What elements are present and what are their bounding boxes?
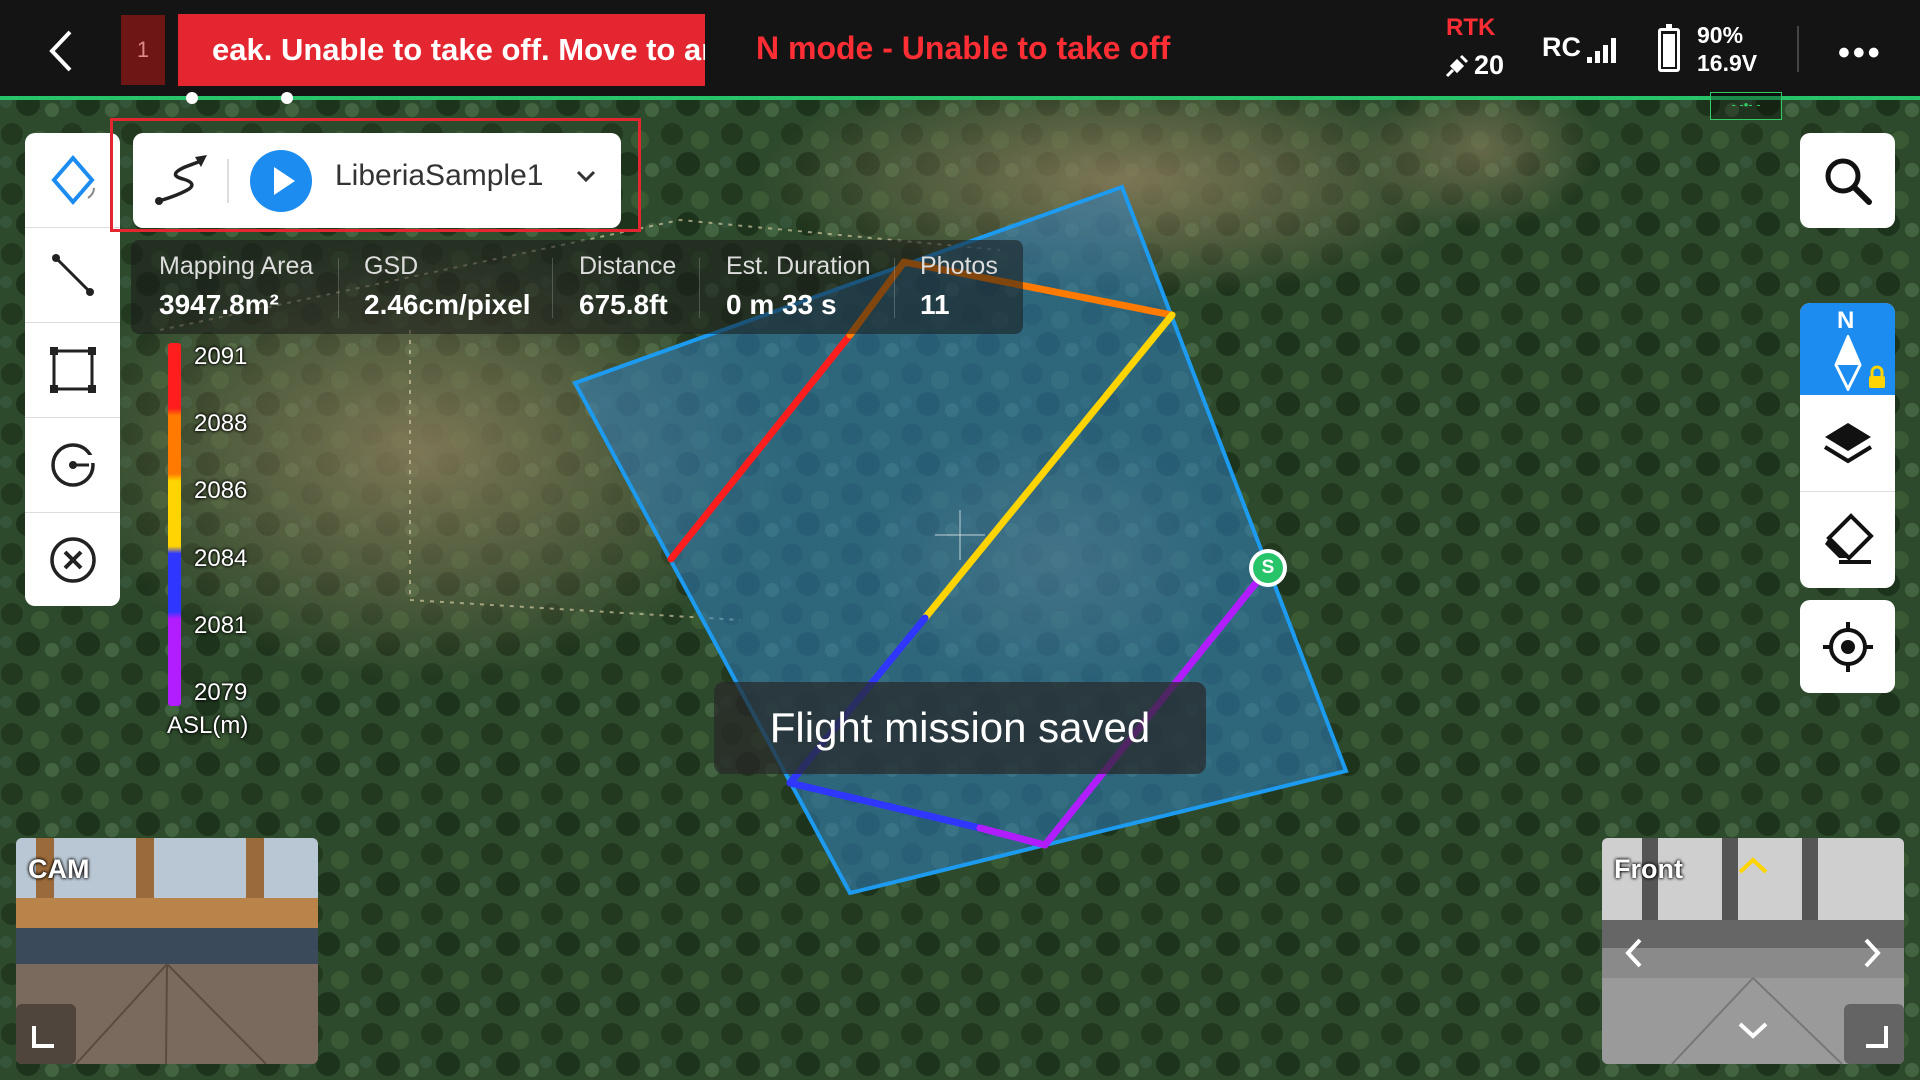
- altitude-unit: ASL(m): [167, 712, 249, 739]
- area-tool-button[interactable]: [25, 323, 120, 417]
- stat-value: 11: [920, 289, 950, 320]
- north-lock-button[interactable]: N: [1800, 303, 1895, 395]
- toast-message: Flight mission saved: [714, 682, 1206, 774]
- stat-mapping-area: Mapping Area 3947.8m²: [159, 252, 313, 321]
- battery-percent: 90%: [1697, 22, 1744, 48]
- locate-button[interactable]: [1800, 600, 1895, 693]
- stat-duration: Est. Duration 0 m 33 s: [726, 252, 871, 321]
- compass-needle-icon: [1834, 335, 1862, 391]
- signal-bars-icon: [1587, 37, 1616, 63]
- top-status-bar: 1 eak. Unable to take off. Move to ar N …: [0, 0, 1920, 98]
- cam-label: CAM: [28, 854, 90, 884]
- stat-label: Photos: [920, 252, 998, 280]
- search-button[interactable]: [1800, 133, 1895, 228]
- front-sensor-preview[interactable]: Front: [1602, 838, 1904, 1064]
- area-rectangle-icon: [49, 347, 96, 393]
- rtk-satellite-status[interactable]: 20: [1444, 50, 1504, 81]
- altitude-tick: 2091: [194, 343, 248, 370]
- altitude-tick: 2084: [194, 545, 248, 572]
- alert-banner[interactable]: eak. Unable to take off. Move to ar: [178, 14, 705, 86]
- satellite-icon: [1445, 54, 1469, 77]
- status-line-marker: [186, 92, 198, 104]
- flight-mode-alert: N mode - Unable to take off: [756, 30, 1171, 66]
- stat-label: GSD: [364, 252, 419, 280]
- expand-front-button[interactable]: [1844, 1004, 1904, 1064]
- stat-label: Est. Duration: [726, 252, 871, 280]
- front-label: Front: [1614, 854, 1683, 884]
- crosshair-locate-icon: [1822, 621, 1873, 672]
- altitude-tick: 2086: [194, 477, 248, 504]
- stat-value: 3947.8m²: [159, 289, 279, 320]
- waypoint-tool-button[interactable]: [25, 133, 120, 227]
- altitude-tick: 2081: [194, 612, 248, 639]
- stat-distance: Distance 675.8ft: [579, 252, 676, 321]
- chevron-left-icon: [1625, 938, 1642, 968]
- mission-selector[interactable]: LiberiaSample1: [133, 133, 621, 228]
- line-tool-button[interactable]: [25, 228, 120, 322]
- chevron-up-icon: [1738, 857, 1768, 874]
- expand-corner-icon: [1866, 1026, 1888, 1048]
- altitude-tick: 2088: [194, 410, 248, 437]
- status-divider: [1797, 26, 1799, 72]
- camera-preview[interactable]: CAM: [16, 838, 318, 1064]
- alert-banner-text: eak. Unable to take off. Move to ar: [212, 32, 705, 67]
- battery-icon: [1658, 24, 1680, 72]
- eraser-icon: [1824, 513, 1874, 564]
- chevron-down-icon[interactable]: [573, 163, 599, 189]
- orbit-icon: [50, 443, 97, 487]
- stat-photos: Photos 11: [920, 252, 998, 321]
- mission-name: LiberiaSample1: [335, 159, 544, 192]
- map-controls-stack: N: [1800, 303, 1895, 588]
- stat-label: Mapping Area: [159, 252, 314, 280]
- back-arrow-icon[interactable]: [40, 26, 84, 76]
- line-segment-icon: [51, 254, 94, 296]
- layers-icon: [1823, 423, 1872, 464]
- alert-count-badge[interactable]: 1: [121, 15, 165, 85]
- stat-value: 0 m 33 s: [726, 289, 837, 320]
- flight-route-icon: [155, 155, 207, 205]
- status-line-marker: [281, 92, 293, 104]
- satellite-count: 20: [1474, 50, 1505, 80]
- compass-north-label: N: [1837, 307, 1855, 334]
- more-options-icon[interactable]: •••: [1838, 34, 1883, 73]
- stat-value: 2.46cm/pixel: [364, 289, 531, 320]
- altitude-tick: 2079: [194, 679, 248, 706]
- stat-value: 675.8ft: [579, 289, 668, 320]
- map-layers-button[interactable]: [1800, 400, 1895, 490]
- mission-divider: [227, 159, 229, 203]
- toast-text: Flight mission saved: [769, 704, 1151, 751]
- expand-corner-icon: [32, 1026, 54, 1048]
- chevron-right-icon: [1864, 938, 1881, 968]
- expand-camera-button[interactable]: [16, 1004, 76, 1064]
- lock-icon: [1869, 365, 1885, 388]
- chevron-down-icon: [1738, 1022, 1768, 1039]
- rtk-label: RTK: [1446, 14, 1496, 41]
- orbit-tool-button[interactable]: [25, 418, 120, 512]
- search-icon: [1825, 158, 1872, 205]
- eraser-button[interactable]: [1800, 493, 1895, 585]
- diamond-waypoint-icon: [50, 154, 95, 206]
- clear-mission-button[interactable]: [25, 513, 120, 607]
- rc-signal[interactable]: RC: [1542, 32, 1616, 63]
- start-marker-label: S: [1253, 553, 1283, 583]
- altitude-color-scale: [168, 343, 181, 706]
- stat-label: Distance: [579, 252, 677, 280]
- left-toolbar: [25, 133, 120, 606]
- start-point-marker[interactable]: S: [1249, 549, 1287, 587]
- battery-voltage: 16.9V: [1697, 50, 1758, 76]
- stat-gsd: GSD 2.46cm/pixel: [364, 252, 531, 321]
- play-icon: [274, 167, 295, 195]
- mission-stats-panel: Mapping Area 3947.8m² GSD 2.46cm/pixel D…: [131, 240, 1023, 334]
- rc-label: RC: [1542, 32, 1581, 62]
- play-mission-button[interactable]: [250, 150, 312, 212]
- attitude-gauge: - -•- -: [1710, 92, 1782, 120]
- close-circle-icon: [49, 537, 96, 583]
